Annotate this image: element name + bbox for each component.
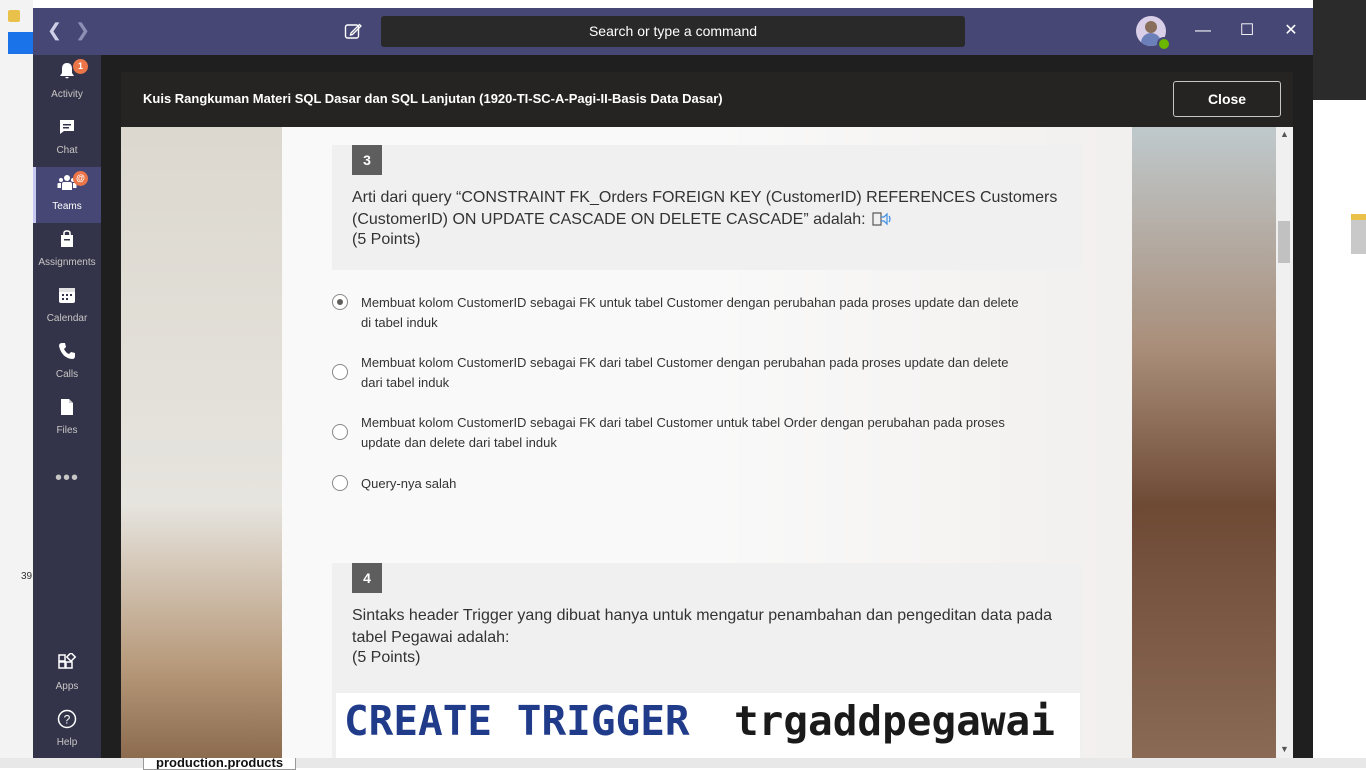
rail-label-files: Files	[56, 425, 78, 436]
teams-mention-badge: @	[73, 171, 88, 186]
rail-label-chat: Chat	[56, 145, 78, 156]
maximize-icon[interactable]: ☐	[1238, 22, 1256, 40]
rail-item-chat[interactable]: Chat	[33, 111, 101, 167]
rail-item-files[interactable]: Files	[33, 391, 101, 447]
compose-icon[interactable]	[344, 22, 362, 40]
scroll-down-icon[interactable]: ▼	[1280, 744, 1289, 754]
more-apps-icon[interactable]: •••	[33, 467, 101, 490]
scroll-up-icon[interactable]: ▲	[1280, 129, 1289, 139]
rail-item-apps[interactable]: Apps	[33, 647, 101, 703]
calendar-icon	[59, 288, 75, 303]
background-tab	[8, 32, 33, 54]
rail-label-activity: Activity	[51, 89, 83, 100]
dialog-header: Kuis Rangkuman Materi SQL Dasar dan SQL …	[121, 72, 1293, 127]
option-text: Query-nya salah	[361, 476, 457, 491]
immersive-reader-icon[interactable]	[872, 211, 892, 227]
form-canvas[interactable]: 3 Arti dari query “CONSTRAINT FK_Orders …	[121, 127, 1276, 758]
background-taskbar: production.products	[0, 752, 1366, 770]
option-text: Membuat kolom CustomerID sebagai FK dari…	[361, 355, 1009, 390]
close-button[interactable]: Close	[1173, 81, 1281, 117]
title-bar: ❮ ❯ Search or type a command — ☐ ✕	[33, 8, 1313, 55]
folder-icon	[8, 10, 20, 22]
background-photo-left	[121, 127, 282, 758]
rail-label-assignments: Assignments	[38, 257, 96, 268]
background-photo-right	[1132, 127, 1276, 758]
radio-button[interactable]	[332, 475, 348, 491]
quiz-dialog: Kuis Rangkuman Materi SQL Dasar dan SQL …	[121, 72, 1293, 758]
rail-item-calls[interactable]: Calls	[33, 335, 101, 391]
rail-label-apps: Apps	[55, 681, 79, 692]
vertical-scrollbar[interactable]: ▲ ▼	[1276, 127, 1293, 758]
dialog-title: Kuis Rangkuman Materi SQL Dasar dan SQL …	[143, 91, 723, 106]
question-card: 3 Arti dari query “CONSTRAINT FK_Orders …	[332, 145, 1082, 270]
background-window-left: 39	[0, 0, 33, 768]
file-icon	[61, 399, 73, 415]
question-number: 4	[352, 563, 382, 593]
forward-arrow-icon[interactable]: ❯	[75, 20, 90, 41]
rail-item-help[interactable]: ? Help	[33, 703, 101, 759]
background-window-right	[1313, 0, 1366, 768]
form-panel: 3 Arti dari query “CONSTRAINT FK_Orders …	[282, 127, 1132, 758]
activity-badge: 1	[73, 59, 88, 74]
question-points: (5 Points)	[352, 649, 421, 666]
rail-label-calls: Calls	[55, 369, 79, 380]
scroll-thumb[interactable]	[1278, 221, 1290, 263]
rail-item-activity[interactable]: 1 Activity	[33, 55, 101, 111]
rail-item-teams[interactable]: @ Teams	[33, 167, 101, 223]
option-text: Membuat kolom CustomerID sebagai FK untu…	[361, 295, 1019, 330]
phone-icon	[59, 343, 75, 359]
rail-label-help: Help	[56, 737, 78, 748]
radio-button[interactable]	[332, 294, 348, 310]
close-window-icon[interactable]: ✕	[1282, 22, 1300, 40]
radio-button[interactable]	[332, 424, 348, 440]
svg-text:?: ?	[64, 713, 71, 727]
question-text: Sintaks header Trigger yang dibuat hanya…	[352, 607, 1053, 646]
teams-window: ❮ ❯ Search or type a command — ☐ ✕ 1 Act…	[33, 8, 1313, 758]
code-trigger-name: trgaddpegawai	[734, 697, 1055, 745]
rail-label-teams: Teams	[52, 201, 82, 212]
question-points: (5 Points)	[352, 231, 421, 248]
rail-item-calendar[interactable]: Calendar	[33, 279, 101, 335]
chat-icon	[60, 120, 74, 134]
minimize-icon[interactable]: —	[1194, 22, 1212, 40]
app-rail: 1 Activity Chat @ Teams Assignments Cale…	[33, 55, 101, 758]
question-text: Arti dari query “CONSTRAINT FK_Orders FO…	[352, 189, 1058, 228]
radio-button[interactable]	[332, 364, 348, 380]
code-keyword: CREATE TRIGGER	[344, 697, 690, 745]
back-arrow-icon[interactable]: ❮	[47, 20, 62, 41]
help-icon: ?	[57, 709, 77, 729]
assignments-icon	[61, 230, 73, 247]
question-number: 3	[352, 145, 382, 175]
presence-status-icon	[1157, 37, 1171, 51]
rail-label-calendar: Calendar	[46, 313, 88, 324]
option-text: Membuat kolom CustomerID sebagai FK dari…	[361, 415, 1005, 450]
rail-item-assignments[interactable]: Assignments	[33, 223, 101, 279]
apps-icon	[58, 653, 77, 669]
question-code-image: CREATE TRIGGER trgaddpegawai	[336, 693, 1080, 758]
background-number: 39	[21, 571, 33, 582]
search-input[interactable]: Search or type a command	[381, 16, 965, 47]
